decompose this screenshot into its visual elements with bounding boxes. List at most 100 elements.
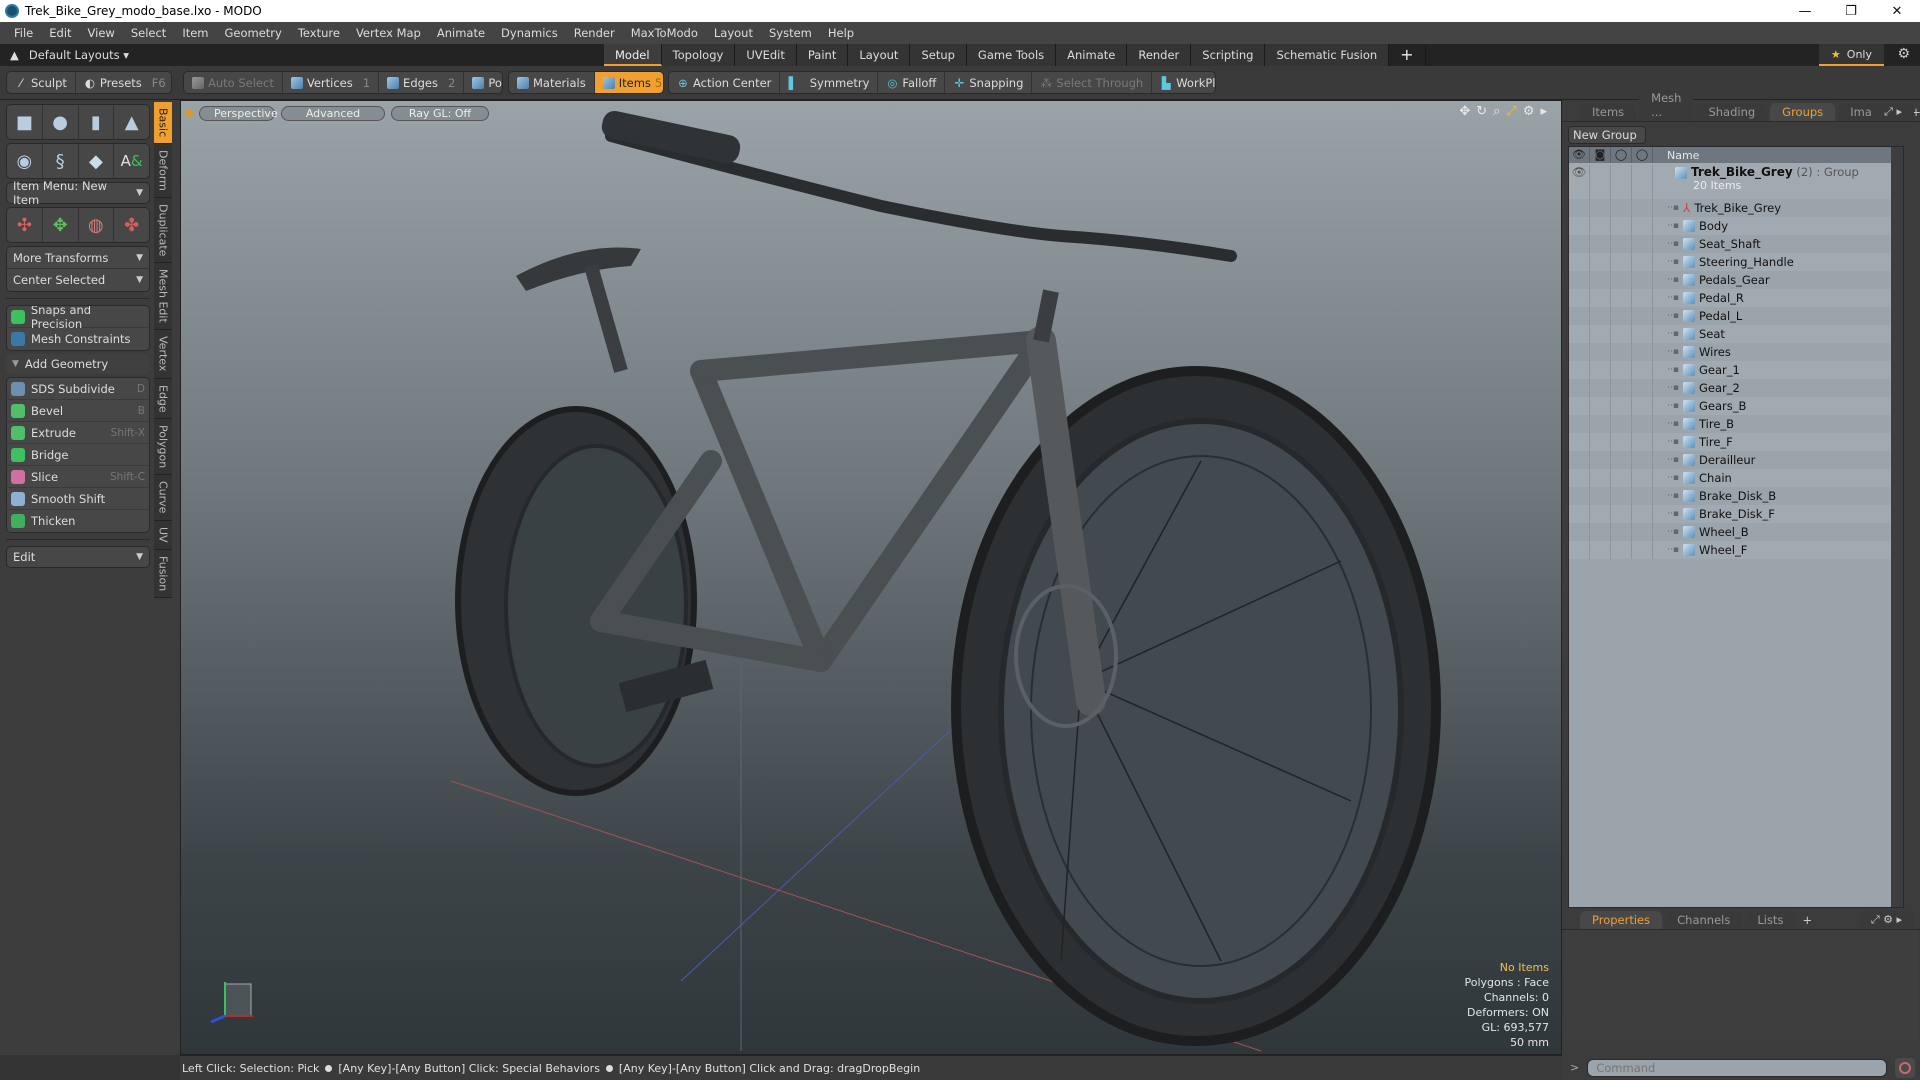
render-toggle[interactable] [1590, 271, 1611, 289]
lock-toggle[interactable] [1611, 165, 1632, 201]
torus-primitive-icon[interactable]: ◉ [7, 144, 43, 178]
tab-mesh-ops[interactable]: Mesh ... [1639, 89, 1694, 121]
menu-texture[interactable]: Texture [290, 26, 348, 40]
list-item[interactable]: ··▪ Seat [1569, 325, 1903, 343]
mesh-constraints-button[interactable]: Mesh Constraints [7, 328, 149, 350]
tab-render[interactable]: Render [1127, 44, 1192, 66]
lock-toggle[interactable] [1611, 415, 1632, 433]
select-toggle[interactable] [1632, 343, 1653, 361]
3d-viewport[interactable]: Perspective Advanced Ray GL: Off ✥ ↻ ⌕ ⤢… [180, 100, 1562, 1055]
default-layouts-dropdown[interactable]: Default Layouts ▾ [29, 48, 129, 62]
list-item[interactable]: ··▪ Pedal_R [1569, 289, 1903, 307]
render-toggle[interactable] [1590, 307, 1611, 325]
render-toggle-icon[interactable] [1590, 165, 1611, 201]
lock-toggle[interactable] [1611, 379, 1632, 397]
tool-bridge-button[interactable]: Bridge [7, 444, 149, 466]
snaps-and-precision-button[interactable]: Snaps and Precision [7, 306, 149, 331]
menu-geometry[interactable]: Geometry [217, 26, 290, 40]
menu-layout[interactable]: Layout [706, 26, 761, 40]
select-toggle[interactable] [1632, 487, 1653, 505]
tab-groups[interactable]: Groups [1770, 103, 1836, 121]
select-toggle[interactable] [1632, 217, 1653, 235]
render-toggle[interactable] [1590, 253, 1611, 271]
lock-toggle[interactable] [1611, 541, 1632, 559]
list-item[interactable]: ··▪ Wires [1569, 343, 1903, 361]
record-macro-button[interactable] [1895, 1057, 1916, 1078]
menu-render[interactable]: Render [566, 26, 623, 40]
list-item[interactable]: ··▪ Brake_Disk_B [1569, 487, 1903, 505]
action-center-button[interactable]: ⊕ Action Center [669, 72, 781, 93]
add-tab-icon[interactable]: + [1798, 911, 1816, 929]
list-item[interactable]: ··▪ Seat_Shaft [1569, 235, 1903, 253]
menu-vertex-map[interactable]: Vertex Map [348, 26, 429, 40]
more-transforms-dropdown[interactable]: More Transforms ▼ [7, 247, 149, 269]
pen-polygon-icon[interactable]: ◆ [79, 144, 115, 178]
visibility-column-icon[interactable]: 👁 [1569, 147, 1590, 163]
vtab-edge[interactable]: Edge [154, 378, 172, 420]
select-toggle[interactable] [1632, 307, 1653, 325]
visibility-toggle[interactable] [1569, 253, 1590, 271]
list-item[interactable]: ··▪ Gear_1 [1569, 361, 1903, 379]
add-tab-button[interactable]: + [1389, 44, 1426, 66]
menu-select[interactable]: Select [123, 26, 174, 40]
tool-bevel-button[interactable]: Bevel B [7, 400, 149, 422]
list-item[interactable]: ··▪ Derailleur [1569, 451, 1903, 469]
tab-game-tools[interactable]: Game Tools [966, 44, 1057, 66]
render-toggle[interactable] [1590, 199, 1611, 217]
vtab-duplicate[interactable]: Duplicate [154, 198, 172, 264]
edit-dropdown[interactable]: Edit ▼ [6, 546, 150, 568]
lock-toggle[interactable] [1611, 217, 1632, 235]
tab-shading[interactable]: Shading [1696, 103, 1768, 121]
expand-panel-icon[interactable]: ⤢ ▸ [1872, 103, 1914, 121]
select-toggle[interactable] [1632, 253, 1653, 271]
select-toggle[interactable] [1632, 523, 1653, 541]
item-menu-dropdown[interactable]: Item Menu: New Item ▼ [6, 179, 150, 207]
tab-items[interactable]: Items [1580, 103, 1637, 121]
tab-lists[interactable]: Lists [1745, 911, 1796, 929]
visibility-toggle[interactable] [1569, 235, 1590, 253]
render-toggle[interactable] [1590, 397, 1611, 415]
tab-schematic-fusion[interactable]: Schematic Fusion [1265, 44, 1390, 66]
menu-view[interactable]: View [80, 26, 123, 40]
visibility-toggle[interactable] [1569, 523, 1590, 541]
pan-icon[interactable]: ✥ [1459, 104, 1470, 119]
render-toggle[interactable] [1590, 343, 1611, 361]
list-item[interactable]: ··▪ Chain [1569, 469, 1903, 487]
select-column-icon[interactable]: ◯ [1632, 147, 1653, 163]
view-type-dropdown[interactable]: Perspective [199, 105, 278, 121]
visibility-toggle[interactable] [1569, 379, 1590, 397]
expand-arrow-icon[interactable]: ▸ [1540, 104, 1547, 119]
render-toggle[interactable] [1590, 217, 1611, 235]
text-tool-icon[interactable]: A & [114, 144, 149, 178]
rotate-view-icon[interactable]: ↻ [1476, 104, 1487, 119]
tool-slice-button[interactable]: Slice Shift-C [7, 466, 149, 488]
tab-model[interactable]: Model [604, 44, 662, 66]
visibility-eye-icon[interactable]: 👁 [1569, 165, 1590, 201]
tab-properties[interactable]: Properties [1580, 911, 1663, 929]
tab-animate[interactable]: Animate [1056, 44, 1128, 66]
lock-toggle[interactable] [1611, 361, 1632, 379]
lock-toggle[interactable] [1611, 451, 1632, 469]
list-item[interactable]: ··▪ Wheel_F [1569, 541, 1903, 559]
zoom-icon[interactable]: ⌕ [1493, 104, 1500, 119]
menu-maxtomodo[interactable]: MaxToModo [623, 26, 706, 40]
render-toggle[interactable] [1590, 415, 1611, 433]
vtab-curve[interactable]: Curve [154, 475, 172, 521]
list-item[interactable]: ··▪ Steering_Handle [1569, 253, 1903, 271]
visibility-toggle[interactable] [1569, 415, 1590, 433]
list-item[interactable]: ··▪ Gear_2 [1569, 379, 1903, 397]
tab-layout[interactable]: Layout [848, 44, 911, 66]
lock-toggle[interactable] [1611, 325, 1632, 343]
command-input[interactable] [1587, 1058, 1888, 1077]
lock-toggle[interactable] [1611, 199, 1632, 217]
menu-animate[interactable]: Animate [429, 26, 493, 40]
sculpt-button[interactable]: ⁄ Sculpt [7, 72, 76, 93]
minimize-button[interactable]: — [1782, 0, 1828, 22]
items-button[interactable]: Items 5 [594, 72, 663, 93]
tab-uvedit[interactable]: UVEdit [735, 44, 797, 66]
visibility-toggle[interactable] [1569, 217, 1590, 235]
list-item[interactable]: ··▪ Tire_F [1569, 433, 1903, 451]
polygons-button[interactable]: Polygons [464, 72, 502, 93]
select-toggle[interactable] [1632, 469, 1653, 487]
panel-options-icons[interactable]: ⤢ ⚙ ▸ [1858, 911, 1914, 929]
